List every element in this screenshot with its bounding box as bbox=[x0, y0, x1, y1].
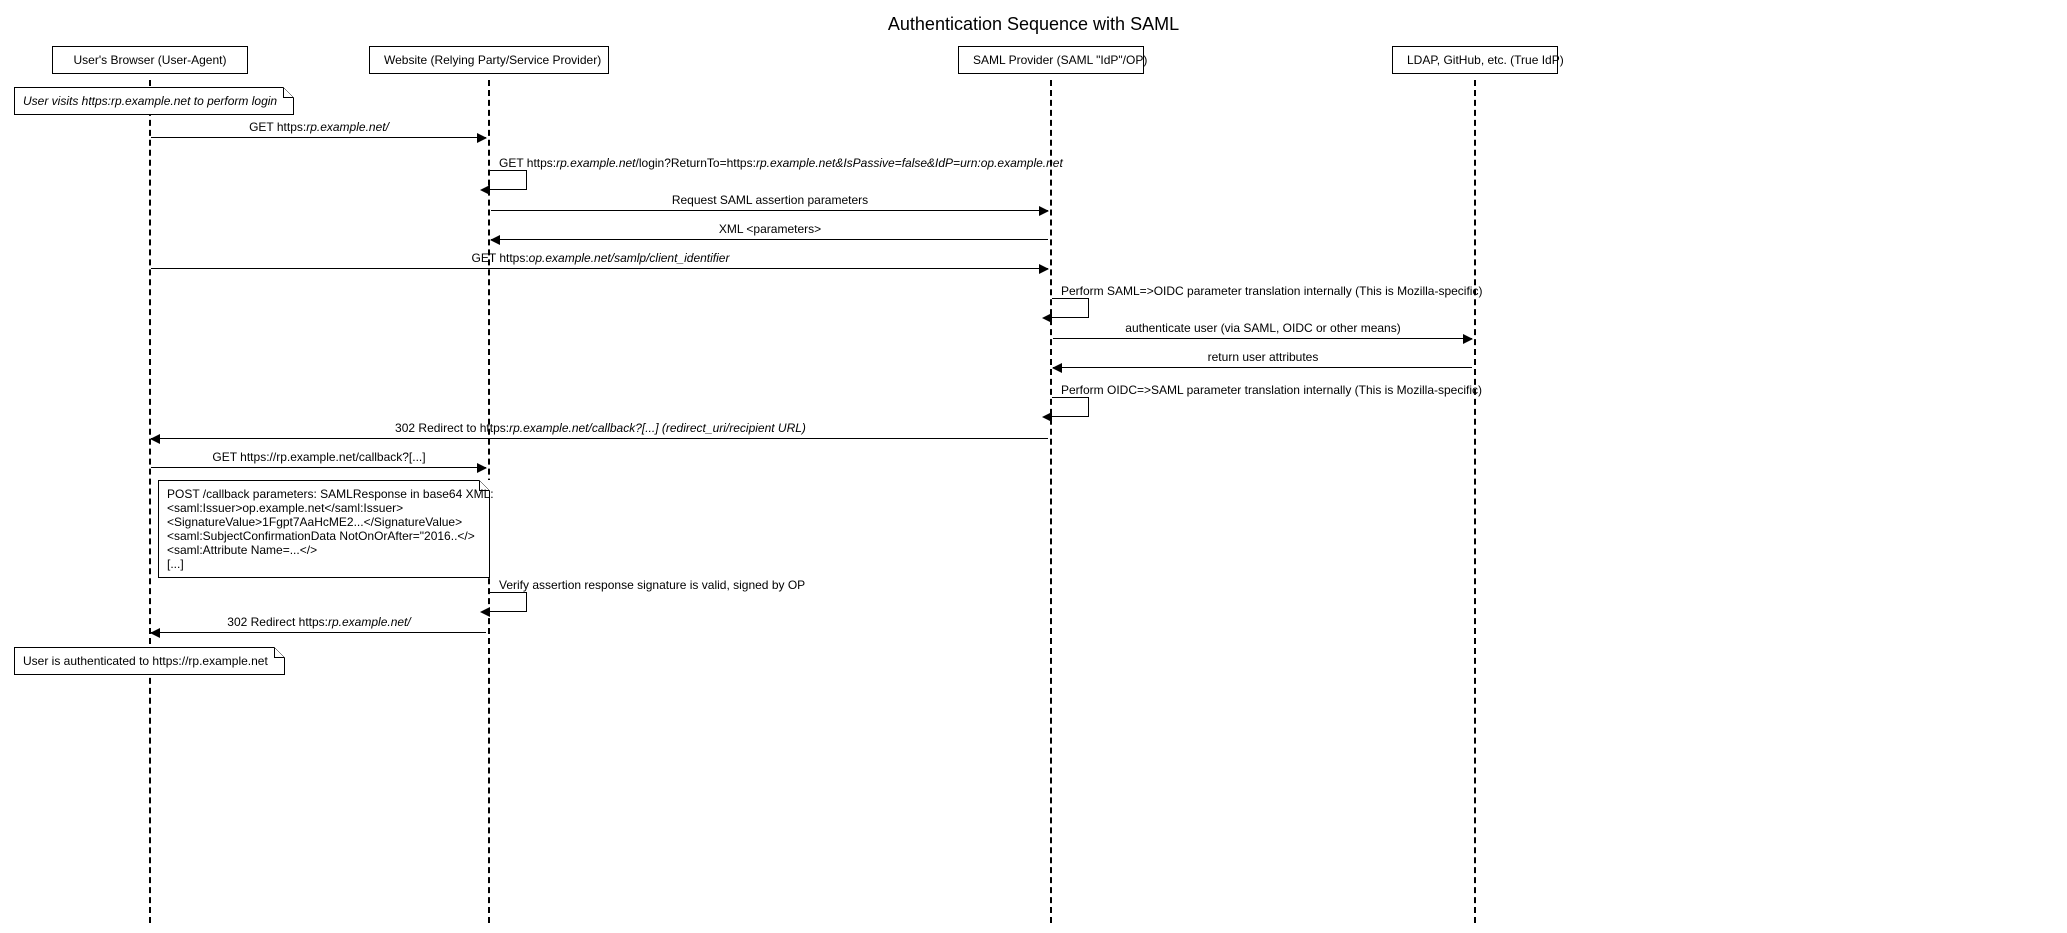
arrow-authenticate-user bbox=[1053, 338, 1472, 339]
arrow-xml-parameters bbox=[491, 239, 1048, 240]
note-user-visits: User visits https:rp.example.net to perf… bbox=[14, 87, 294, 115]
arrow-get-op-samlp bbox=[151, 268, 1048, 269]
sequence-diagram: Authentication Sequence with SAML User's… bbox=[0, 0, 2067, 933]
msg-302-callback: 302 Redirect to https:rp.example.net/cal… bbox=[150, 421, 1051, 435]
arrow-302-callback bbox=[151, 438, 1048, 439]
msg-request-saml-params: Request SAML assertion parameters bbox=[489, 193, 1051, 207]
self-loop-get-login bbox=[490, 170, 527, 190]
note-post-callback: POST /callback parameters: SAMLResponse … bbox=[158, 480, 490, 578]
msg-get-login: GET https:rp.example.net/login?ReturnTo=… bbox=[499, 156, 1063, 170]
msg-xml-parameters: XML <parameters> bbox=[489, 222, 1051, 236]
participant-idp: LDAP, GitHub, etc. (True IdP) bbox=[1392, 46, 1558, 74]
arrow-request-saml-params bbox=[491, 210, 1048, 211]
lifeline-user bbox=[149, 80, 151, 923]
diagram-title: Authentication Sequence with SAML bbox=[0, 14, 2067, 35]
participant-website: Website (Relying Party/Service Provider) bbox=[369, 46, 609, 74]
note-user-authenticated: User is authenticated to https://rp.exam… bbox=[14, 647, 285, 675]
self-loop-verify-signature bbox=[490, 592, 527, 612]
arrow-get-callback bbox=[151, 467, 486, 468]
msg-302-final: 302 Redirect https:rp.example.net/ bbox=[150, 615, 488, 629]
participant-user: User's Browser (User-Agent) bbox=[52, 46, 248, 74]
participant-saml: SAML Provider (SAML "IdP"/OP) bbox=[958, 46, 1144, 74]
msg-authenticate-user: authenticate user (via SAML, OIDC or oth… bbox=[1051, 321, 1475, 335]
arrow-return-attributes bbox=[1053, 367, 1472, 368]
msg-get-callback: GET https://rp.example.net/callback?[...… bbox=[150, 450, 488, 464]
msg-get-rp: GET https:rp.example.net/ bbox=[150, 120, 488, 134]
msg-saml-to-oidc: Perform SAML=>OIDC parameter translation… bbox=[1061, 284, 1482, 298]
msg-return-attributes: return user attributes bbox=[1051, 350, 1475, 364]
self-loop-oidc-to-saml bbox=[1052, 397, 1089, 417]
msg-get-op-samlp: GET https:op.example.net/samlp/client_id… bbox=[150, 251, 1051, 265]
arrow-get-rp bbox=[151, 137, 486, 138]
msg-verify-signature: Verify assertion response signature is v… bbox=[499, 578, 805, 592]
arrow-302-final bbox=[151, 632, 486, 633]
self-loop-saml-to-oidc bbox=[1052, 298, 1089, 318]
msg-oidc-to-saml: Perform OIDC=>SAML parameter translation… bbox=[1061, 383, 1482, 397]
lifeline-idp bbox=[1474, 80, 1476, 923]
